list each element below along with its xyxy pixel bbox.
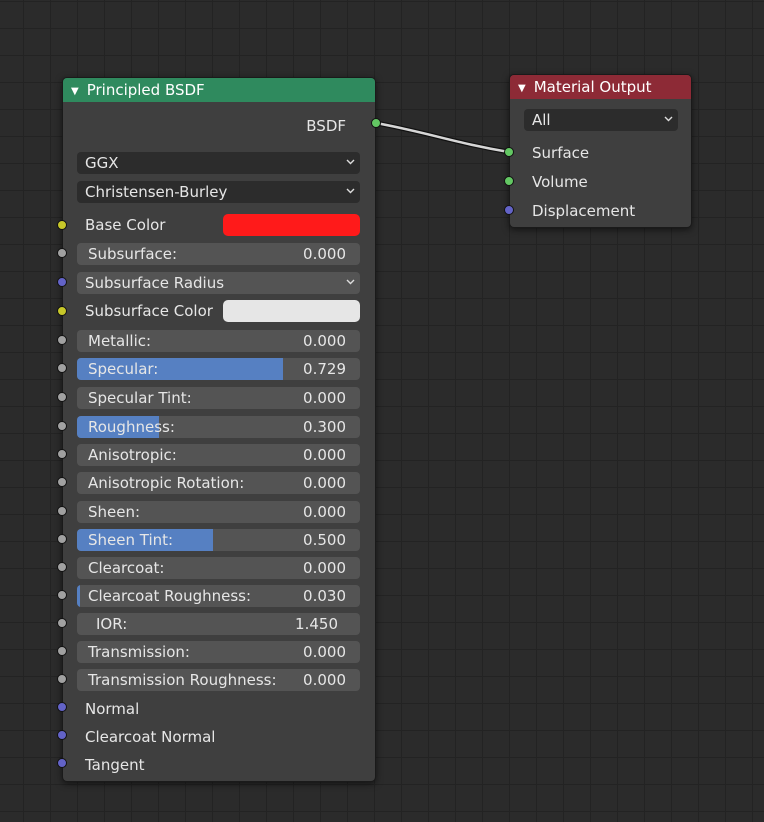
bsdf-output-label: BSDF — [306, 117, 346, 135]
sheen-tint-label: Sheen Tint: — [88, 531, 174, 549]
anisotropic-field[interactable]: Anisotropic: 0.000 — [77, 444, 360, 466]
tangent-socket[interactable] — [57, 758, 67, 768]
anisotropic-rotation-value: 0.000 — [303, 474, 346, 492]
sheen-tint-socket[interactable] — [57, 534, 67, 544]
anisotropic-rotation-socket[interactable] — [57, 477, 67, 487]
volume-label: Volume — [532, 173, 588, 191]
sheen-label: Sheen: — [88, 503, 141, 521]
chevron-down-icon — [664, 116, 673, 122]
subsurface-field[interactable]: Subsurface: 0.000 — [77, 243, 360, 265]
sheen-socket[interactable] — [57, 506, 67, 516]
subsurface-radius-label: Subsurface Radius — [85, 274, 225, 292]
roughness-field[interactable]: Roughness: 0.300 — [77, 416, 360, 438]
transmission-field[interactable]: Transmission: 0.000 — [77, 641, 360, 663]
distribution-value: GGX — [85, 154, 119, 172]
clearcoat-roughness-value: 0.030 — [303, 587, 346, 605]
clearcoat-roughness-socket[interactable] — [57, 590, 67, 600]
collapse-triangle-icon[interactable]: ▼ — [518, 77, 526, 101]
roughness-label: Roughness: — [88, 418, 175, 436]
specular-tint-field[interactable]: Specular Tint: 0.000 — [77, 387, 360, 409]
material-output-header[interactable]: ▼ Material Output — [510, 75, 691, 99]
sheen-value: 0.000 — [303, 503, 346, 521]
tangent-label: Tangent — [85, 756, 145, 774]
metallic-socket[interactable] — [57, 335, 67, 345]
subsurface-value: 0.000 — [303, 245, 346, 263]
clearcoat-value: 0.000 — [303, 559, 346, 577]
transmission-value: 0.000 — [303, 643, 346, 661]
normal-label: Normal — [85, 700, 140, 718]
clearcoat-field[interactable]: Clearcoat: 0.000 — [77, 557, 360, 579]
anisotropic-value: 0.000 — [303, 446, 346, 464]
specular-socket[interactable] — [57, 363, 67, 373]
displacement-label: Displacement — [532, 202, 636, 220]
subsurface-label: Subsurface: — [88, 245, 178, 263]
subsurface-radius-dropdown[interactable]: Subsurface Radius — [77, 272, 360, 294]
chevron-down-icon — [346, 188, 355, 194]
principled-bsdf-node[interactable]: ▼ Principled BSDF BSDF GGX Christensen-Bu… — [62, 77, 376, 782]
subsurface-color-socket[interactable] — [57, 306, 67, 316]
surface-input-socket[interactable] — [504, 147, 514, 157]
roughness-value: 0.300 — [303, 418, 346, 436]
transmission-label: Transmission: — [88, 643, 190, 661]
transmission-roughness-value: 0.000 — [303, 671, 346, 689]
transmission-roughness-label: Transmission Roughness: — [88, 671, 277, 689]
clearcoat-normal-label: Clearcoat Normal — [85, 728, 216, 746]
base-color-swatch[interactable] — [223, 214, 360, 236]
surface-label: Surface — [532, 144, 590, 162]
sheen-field[interactable]: Sheen: 0.000 — [77, 501, 360, 523]
collapse-triangle-icon[interactable]: ▼ — [71, 80, 79, 104]
displacement-input-socket[interactable] — [504, 205, 514, 215]
specular-tint-value: 0.000 — [303, 389, 346, 407]
specular-value: 0.729 — [303, 360, 346, 378]
principled-bsdf-header[interactable]: ▼ Principled BSDF — [63, 78, 375, 102]
subsurface-socket[interactable] — [57, 248, 67, 258]
specular-field[interactable]: Specular: 0.729 — [77, 358, 360, 380]
anisotropic-label: Anisotropic: — [88, 446, 177, 464]
clearcoat-socket[interactable] — [57, 562, 67, 572]
subsurface-color-label: Subsurface Color — [85, 302, 213, 320]
chevron-down-icon — [346, 159, 355, 165]
sheen-tint-value: 0.500 — [303, 531, 346, 549]
distribution-dropdown[interactable]: GGX — [77, 152, 360, 174]
material-output-node[interactable]: ▼ Material Output All Surface Volume Disp… — [509, 74, 692, 228]
clearcoat-label: Clearcoat: — [88, 559, 165, 577]
clearcoat-roughness-label: Clearcoat Roughness: — [88, 587, 252, 605]
metallic-value: 0.000 — [303, 332, 346, 350]
base-color-socket[interactable] — [57, 220, 67, 230]
chevron-down-icon — [346, 279, 355, 285]
metallic-field[interactable]: Metallic: 0.000 — [77, 330, 360, 352]
anisotropic-rotation-label: Anisotropic Rotation: — [88, 474, 245, 492]
metallic-label: Metallic: — [88, 332, 152, 350]
subsurface-color-swatch[interactable] — [223, 300, 360, 322]
clearcoat-normal-socket[interactable] — [57, 730, 67, 740]
normal-socket[interactable] — [57, 702, 67, 712]
anisotropic-rotation-field[interactable]: Anisotropic Rotation: 0.000 — [77, 472, 360, 494]
transmission-roughness-field[interactable]: Transmission Roughness: 0.000 — [77, 669, 360, 691]
specular-label: Specular: — [88, 360, 159, 378]
target-value: All — [532, 111, 551, 129]
target-dropdown[interactable]: All — [524, 109, 678, 131]
node-title: Material Output — [533, 78, 652, 96]
specular-tint-label: Specular Tint: — [88, 389, 192, 407]
sheen-tint-field[interactable]: Sheen Tint: 0.500 — [77, 529, 360, 551]
transmission-roughness-socket[interactable] — [57, 674, 67, 684]
subsurface-method-value: Christensen-Burley — [85, 183, 228, 201]
transmission-socket[interactable] — [57, 646, 67, 656]
ior-label: IOR: — [96, 615, 128, 633]
volume-input-socket[interactable] — [504, 176, 514, 186]
specular-tint-socket[interactable] — [57, 392, 67, 402]
anisotropic-socket[interactable] — [57, 449, 67, 459]
node-title: Principled BSDF — [86, 81, 205, 99]
base-color-label: Base Color — [85, 216, 166, 234]
roughness-socket[interactable] — [57, 421, 67, 431]
subsurface-method-dropdown[interactable]: Christensen-Burley — [77, 181, 360, 203]
bsdf-output-socket[interactable] — [371, 118, 381, 128]
ior-socket[interactable] — [57, 618, 67, 628]
ior-value: 1.450 — [295, 615, 338, 633]
clearcoat-roughness-field[interactable]: Clearcoat Roughness: 0.030 — [77, 585, 360, 607]
subsurface-radius-socket[interactable] — [57, 277, 67, 287]
ior-field[interactable]: IOR: 1.450 — [77, 613, 360, 635]
